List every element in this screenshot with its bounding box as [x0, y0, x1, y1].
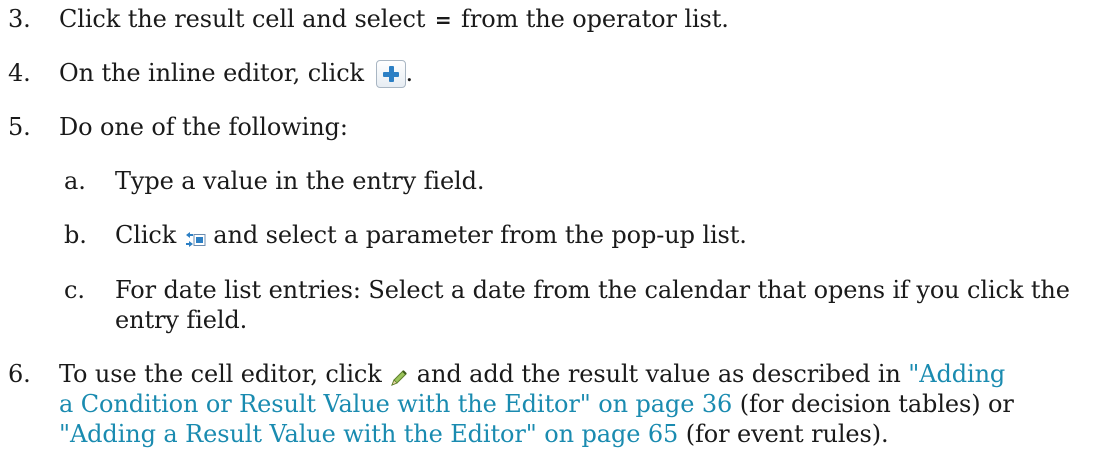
substep-text: Click and select a parameter from the po…: [115, 220, 747, 256]
step-text-line-2: a Condition or Result Value with the Edi…: [59, 389, 1014, 419]
substep-text-part: and select a parameter from the pop-up l…: [205, 221, 747, 249]
step-text-part: .: [405, 59, 414, 87]
step-text-part: and add the result value as described in: [409, 360, 909, 388]
step-text: Click the result cell and select = from …: [59, 4, 729, 35]
step-number: 5.: [8, 113, 31, 141]
substep-text-line-1: For date list entries: Select a date fro…: [115, 276, 1070, 304]
step-text-part: (for event rules).: [678, 420, 889, 448]
step-text-part: Click the result cell and select: [59, 5, 433, 33]
substep-text-part: Click: [115, 221, 184, 249]
parameter-list-icon: [184, 226, 206, 256]
equals-operator: =: [434, 8, 452, 32]
step-number: 6.: [8, 360, 31, 388]
document-page: 3. Click the result cell and select = fr…: [0, 0, 1112, 466]
step-text-part: On the inline editor, click: [59, 59, 372, 87]
substep-text: Type a value in the entry field.: [115, 167, 485, 195]
substep-text-line-2: entry field.: [115, 306, 248, 334]
step-text-part: To use the cell editor, click: [59, 360, 390, 388]
step-text: Do one of the following:: [59, 113, 348, 141]
step-text-line-3: "Adding a Result Value with the Editor" …: [59, 419, 889, 449]
step-number: 4.: [8, 59, 31, 87]
step-text-part: (for decision tables) or: [732, 390, 1014, 418]
link-adding-condition-part2[interactable]: a Condition or Result Value with the Edi…: [59, 390, 732, 418]
substep-letter: c.: [64, 276, 85, 304]
link-adding-condition-part1[interactable]: "Adding: [908, 360, 1005, 388]
step-number: 3.: [8, 5, 31, 33]
step-text-part: from the operator list.: [453, 5, 729, 33]
substep-letter: b.: [64, 221, 87, 249]
step-text: On the inline editor, click .: [59, 58, 413, 88]
substep-letter: a.: [64, 167, 86, 195]
link-adding-result-value[interactable]: "Adding a Result Value with the Editor" …: [59, 420, 678, 448]
add-plus-icon: [375, 60, 406, 88]
